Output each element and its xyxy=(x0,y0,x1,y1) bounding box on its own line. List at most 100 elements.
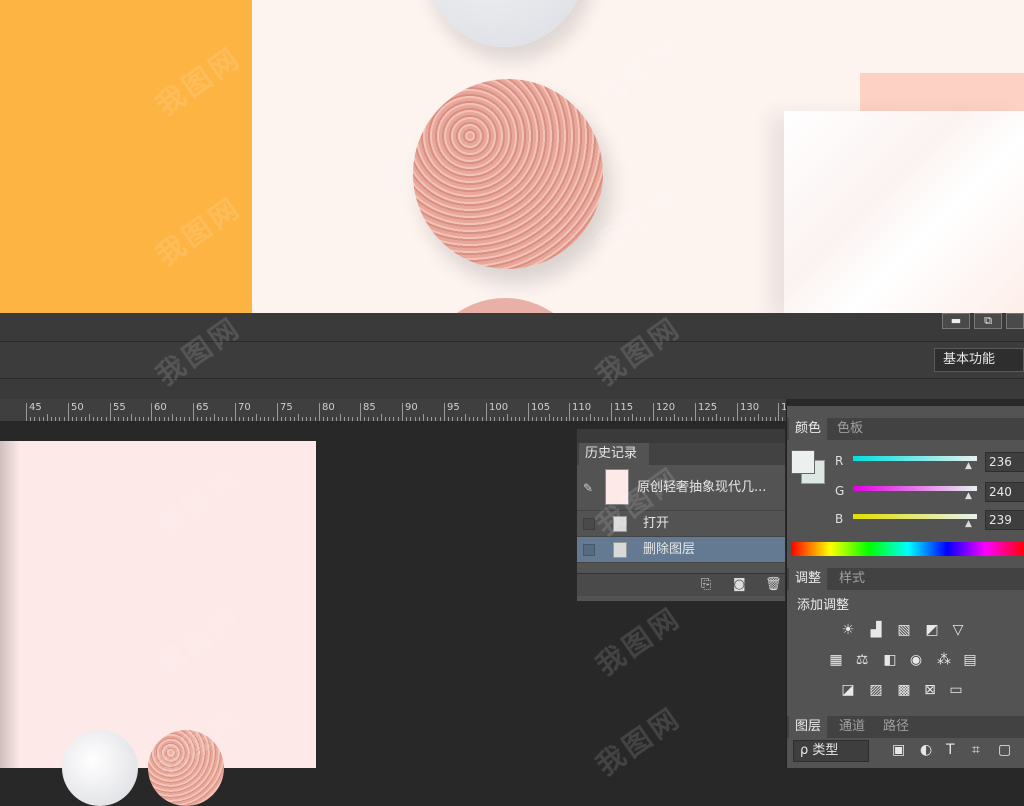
shape-filter-icon[interactable]: ⌗ xyxy=(972,742,980,758)
slider-handle-icon[interactable]: ▲ xyxy=(965,491,972,501)
history-panel: 历史记录 ✎ 原创轻奢抽象现代几... 打开 删除图层 ⎘ ◙ 🗑 xyxy=(576,428,786,602)
ruler-tick xyxy=(423,414,424,421)
vibrance-icon[interactable]: ▽ xyxy=(949,622,967,638)
ruler-tick-label: 105 xyxy=(531,402,551,413)
history-item-label: 打开 xyxy=(643,516,670,531)
color-spectrum-bar[interactable] xyxy=(791,542,1024,556)
tab-paths[interactable]: 路径 xyxy=(877,716,915,738)
tab-channels[interactable]: 通道 xyxy=(833,716,871,738)
camera-icon[interactable]: ◙ xyxy=(733,577,746,592)
selective-color-icon[interactable]: ⊠ xyxy=(921,682,939,698)
channel-r-slider[interactable] xyxy=(853,456,977,461)
history-checkbox[interactable] xyxy=(583,518,595,530)
ruler-tick xyxy=(778,403,779,421)
document-canvas[interactable] xyxy=(0,441,316,768)
ruler-tick-label: 45 xyxy=(29,402,42,413)
ruler-tick-label: 125 xyxy=(698,402,718,413)
marble-circle xyxy=(420,0,590,47)
ruler-tick xyxy=(758,414,759,421)
ruler-tick-label: 120 xyxy=(656,402,676,413)
restore-button[interactable]: ⧉ xyxy=(974,313,1002,329)
ruler-tick-label: 100 xyxy=(489,402,509,413)
brush-source-icon[interactable]: ✎ xyxy=(583,465,593,511)
ruler-tick-label: 110 xyxy=(572,402,592,413)
ruler-tick xyxy=(256,414,257,421)
channel-r-value[interactable]: 236 xyxy=(985,452,1024,472)
photo-filter-icon[interactable]: ◉ xyxy=(907,652,925,668)
slider-handle-icon[interactable]: ▲ xyxy=(965,519,972,529)
trash-icon[interactable]: 🗑 xyxy=(765,577,782,592)
hue-saturation-icon[interactable]: ▦ xyxy=(827,652,845,668)
ruler-tick xyxy=(590,414,591,421)
channel-b-label: B xyxy=(835,512,844,526)
channel-b-value[interactable]: 239 xyxy=(985,510,1024,530)
ruler-tick xyxy=(68,403,69,421)
channel-g-slider[interactable] xyxy=(853,486,977,491)
ruler-tick xyxy=(653,403,654,421)
tab-styles[interactable]: 样式 xyxy=(833,568,871,590)
close-button[interactable] xyxy=(1006,313,1024,329)
ruler-tick xyxy=(549,414,550,421)
invert-icon[interactable]: ◪ xyxy=(839,682,857,698)
ruler-tick xyxy=(151,403,152,421)
workspace-select[interactable]: 基本功能 xyxy=(934,348,1024,372)
history-item-label: 删除图层 xyxy=(643,542,696,557)
history-snapshot[interactable]: ✎ 原创轻奢抽象现代几... xyxy=(577,465,785,511)
layer-filter-label: ρ 类型 xyxy=(800,743,839,758)
ruler-tick xyxy=(569,403,570,421)
history-footer: ⎘ ◙ 🗑 xyxy=(577,573,785,596)
foreground-color-swatch[interactable] xyxy=(791,450,815,474)
curves-icon[interactable]: ▧ xyxy=(895,622,913,638)
slider-handle-icon[interactable]: ▲ xyxy=(965,461,972,471)
snapshot-thumbnail xyxy=(605,469,629,505)
channel-b-slider[interactable] xyxy=(853,514,977,519)
tab-history[interactable]: 历史记录 xyxy=(579,443,649,465)
posterize-icon[interactable]: ▨ xyxy=(867,682,885,698)
color-tabbar: 颜色 色板 xyxy=(787,418,1024,440)
color-balance-icon[interactable]: ⚖ xyxy=(853,652,871,668)
ruler-tick xyxy=(465,414,466,421)
ruler-tick xyxy=(674,414,675,421)
adjustment-filter-icon[interactable]: ◐ xyxy=(920,742,932,758)
tab-swatches[interactable]: 色板 xyxy=(831,418,869,440)
history-item[interactable]: 打开 xyxy=(577,511,785,537)
exposure-icon[interactable]: ◩ xyxy=(923,622,941,638)
minimize-button[interactable]: ▬ xyxy=(942,313,970,329)
ruler-tick-label: 55 xyxy=(113,402,126,413)
ruler-tick xyxy=(486,403,487,421)
ruler-tick xyxy=(360,403,361,421)
history-panel-header[interactable] xyxy=(577,429,785,443)
ruler-tick xyxy=(214,414,215,421)
ruler-tick xyxy=(172,414,173,421)
new-document-icon[interactable]: ⎘ xyxy=(701,577,711,592)
ruler-tick xyxy=(131,414,132,421)
history-checkbox[interactable] xyxy=(583,544,595,556)
ruler-tick-label: 75 xyxy=(280,402,293,413)
brightness-icon[interactable]: ☀ xyxy=(839,622,857,638)
channel-mixer-icon[interactable]: ⁂ xyxy=(935,652,953,668)
text-filter-icon[interactable]: T xyxy=(946,742,955,758)
ruler-tick xyxy=(235,403,236,421)
layers-tabbar: 图层 通道 路径 xyxy=(787,716,1024,738)
gradient-map-icon[interactable]: ▭ xyxy=(947,682,965,698)
threshold-icon[interactable]: ▩ xyxy=(895,682,913,698)
canvas-rose-circle xyxy=(148,730,224,806)
ruler-tick xyxy=(716,414,717,421)
channel-g-value[interactable]: 240 xyxy=(985,482,1024,502)
history-item-selected[interactable]: 删除图层 xyxy=(577,537,785,563)
image-filter-icon[interactable]: ▣ xyxy=(892,742,905,758)
ruler-tick xyxy=(298,414,299,421)
layer-filter-select[interactable]: ρ 类型 xyxy=(793,740,869,762)
horizontal-ruler: 45 50 55 60 65 70 75 80 85 90 95 100 105 110 115 120 125… xyxy=(0,399,786,422)
channel-g-label: G xyxy=(835,484,845,498)
black-white-icon[interactable]: ◧ xyxy=(881,652,899,668)
levels-icon[interactable]: ▟ xyxy=(867,622,885,638)
ruler-tick xyxy=(507,414,508,421)
tab-color[interactable]: 颜色 xyxy=(789,418,828,440)
smart-object-filter-icon[interactable]: ▢ xyxy=(998,742,1011,758)
right-panel-dock: 颜色 色板 R ▲ 236 G ▲ 240 B ▲ 239 调整 样式 添加调整… xyxy=(786,406,1024,768)
color-lookup-icon[interactable]: ▤ xyxy=(961,652,979,668)
adjust-tabbar: 调整 样式 xyxy=(787,568,1024,590)
tab-layers[interactable]: 图层 xyxy=(789,716,828,738)
tab-adjustments[interactable]: 调整 xyxy=(789,568,828,590)
